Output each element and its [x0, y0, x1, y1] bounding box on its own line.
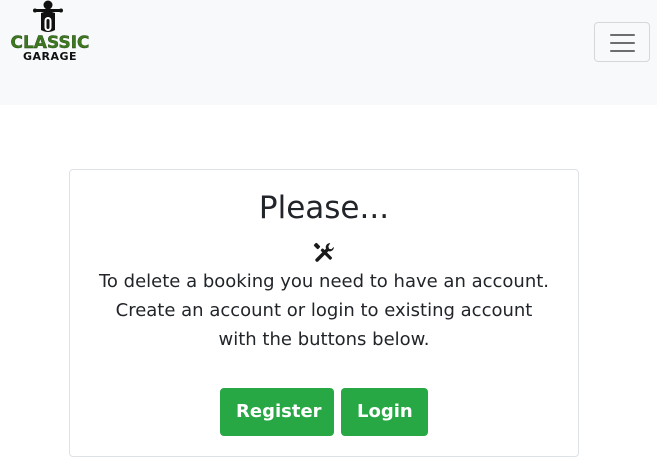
- register-button[interactable]: Register: [220, 388, 334, 436]
- login-button[interactable]: Login: [341, 388, 428, 436]
- motorcycle-rider-icon: [33, 0, 63, 32]
- card-message: To delete a booking you need to have an …: [98, 271, 550, 350]
- navbar-toggler-button[interactable]: [594, 22, 650, 62]
- card-button-row: Register Login: [70, 388, 578, 436]
- login-required-card: Please... To delete a booking you need t…: [69, 169, 579, 457]
- tools-icon: [313, 242, 334, 262]
- navbar: CLASSIC GARAGE: [0, 0, 657, 105]
- card-title: Please...: [258, 190, 390, 226]
- brand-name-line2: GARAGE: [22, 50, 78, 63]
- brand-logo-link[interactable]: CLASSIC GARAGE: [0, 0, 100, 68]
